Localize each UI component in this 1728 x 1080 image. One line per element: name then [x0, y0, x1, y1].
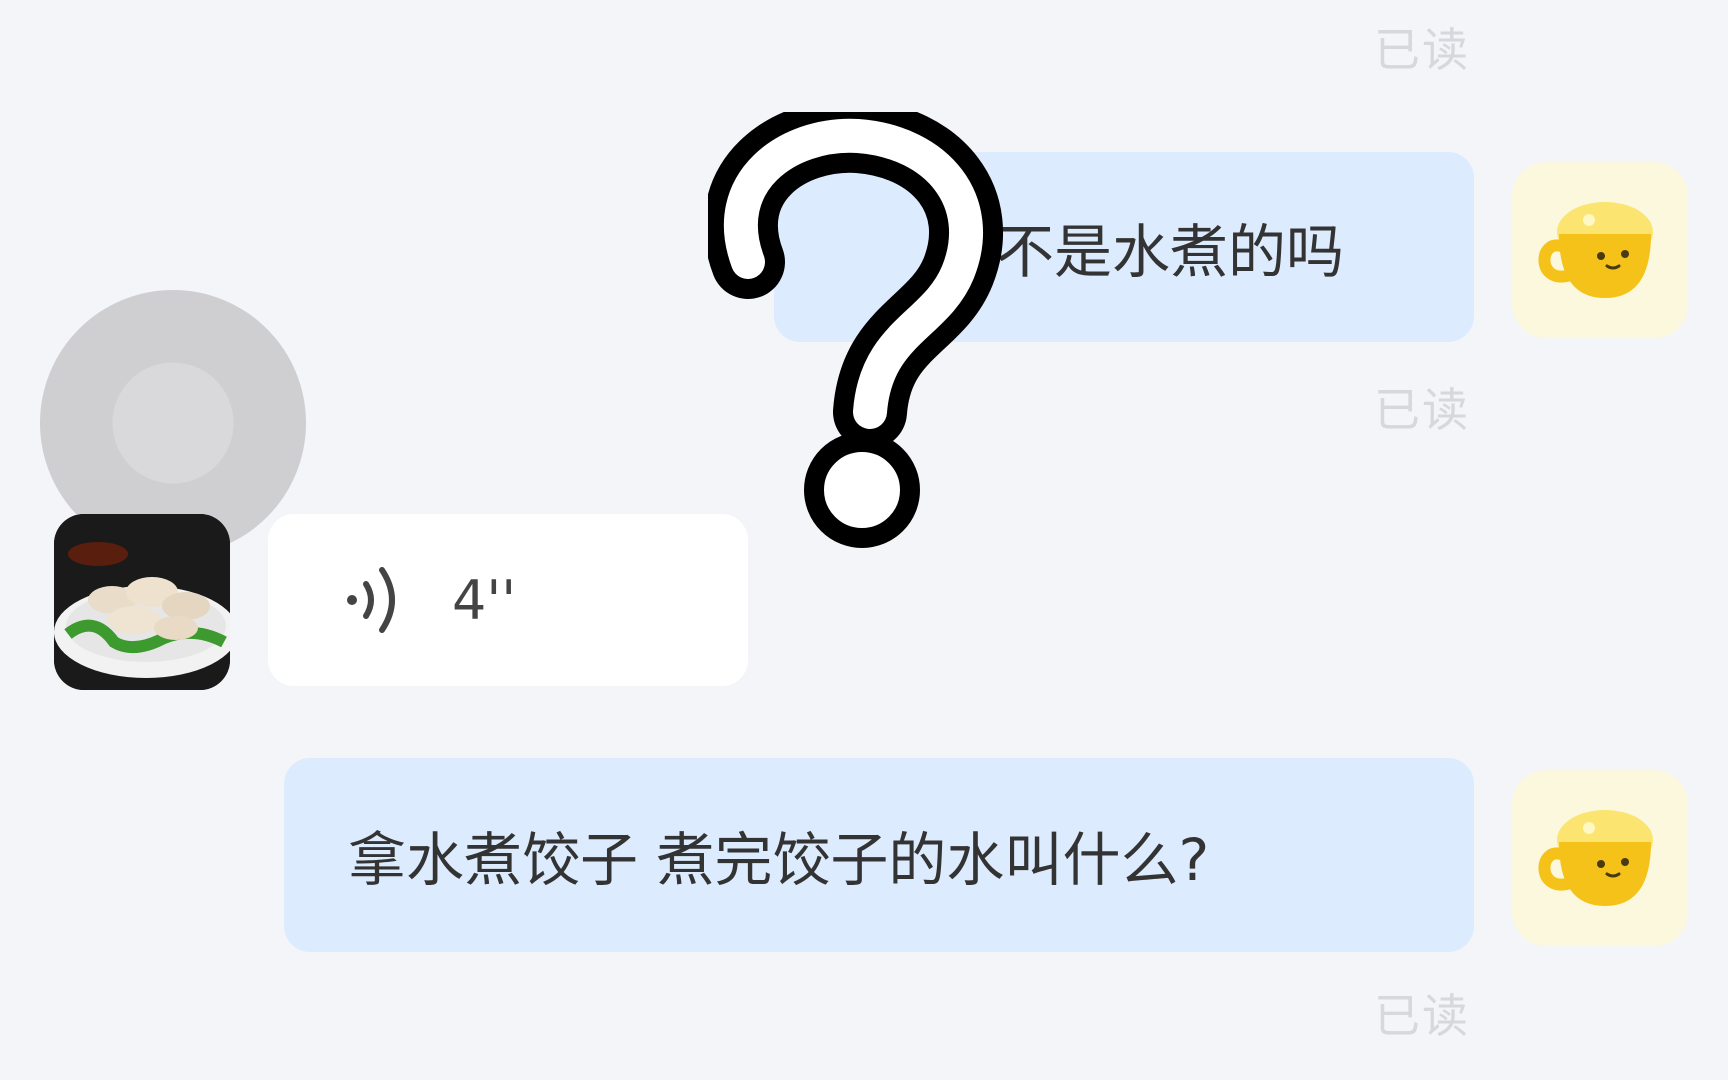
- voice-duration: 4'': [452, 568, 517, 632]
- voice-wave-icon: [347, 567, 395, 633]
- mug-face-icon: [1538, 202, 1653, 298]
- read-receipt: 已读: [1374, 989, 1470, 1043]
- mug-face-icon: [1538, 810, 1653, 906]
- dumplings-photo: [54, 514, 230, 690]
- message-text: 不是水煮的吗: [996, 218, 1345, 286]
- outgoing-message-bubble[interactable]: 不是水煮的吗: [774, 152, 1474, 342]
- self-avatar[interactable]: [1512, 162, 1688, 338]
- chat-area: 已读 不是水煮的吗 已读 4'' 拿水煮饺子 煮完饺子的水叫什么? 已读: [0, 0, 1728, 1080]
- outgoing-message-bubble[interactable]: 拿水煮饺子 煮完饺子的水叫什么?: [284, 758, 1474, 952]
- incoming-voice-message[interactable]: 4'': [268, 514, 748, 686]
- read-receipt: 已读: [1374, 23, 1470, 77]
- read-receipt: 已读: [1374, 383, 1470, 437]
- message-text: 拿水煮饺子 煮完饺子的水叫什么?: [348, 826, 1210, 894]
- peer-avatar[interactable]: [54, 514, 230, 690]
- self-avatar[interactable]: [1512, 770, 1688, 946]
